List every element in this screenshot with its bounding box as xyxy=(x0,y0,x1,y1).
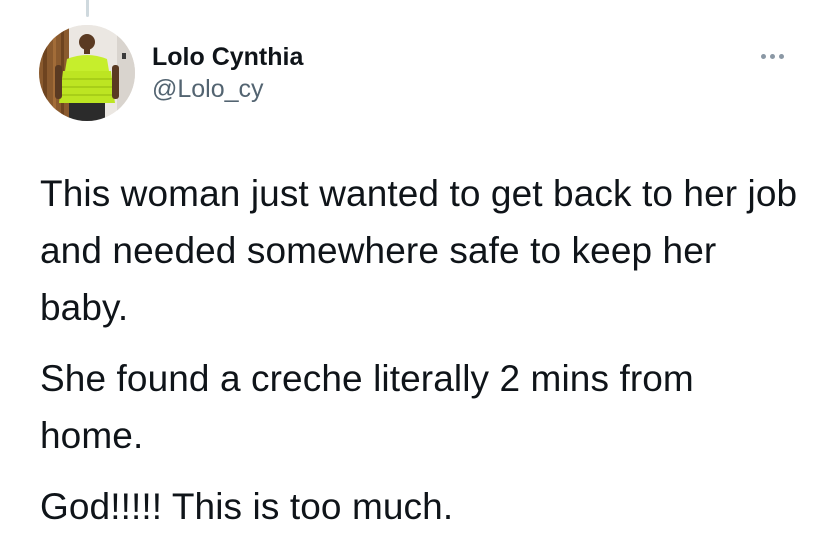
more-dot xyxy=(760,53,766,59)
tweet-paragraph: This woman just wanted to get back to he… xyxy=(40,173,798,328)
tweet-paragraph: God!!!!! This is too much. xyxy=(40,486,454,527)
author-name[interactable]: Lolo Cynthia xyxy=(152,42,303,72)
avatar[interactable] xyxy=(39,25,135,121)
more-horizontal-icon[interactable] xyxy=(752,44,792,68)
thread-connector-line xyxy=(86,0,89,17)
author-handle[interactable]: @Lolo_cy xyxy=(152,74,303,104)
tweet-paragraph: She found a creche literally 2 mins from… xyxy=(40,358,694,456)
more-dot xyxy=(769,53,775,59)
tweet-text: This woman just wanted to get back to he… xyxy=(40,165,800,549)
author-info[interactable]: Lolo Cynthia @Lolo_cy xyxy=(152,42,303,104)
more-dot xyxy=(778,53,784,59)
tweet-card: Lolo Cynthia @Lolo_cy This woman just wa… xyxy=(0,0,828,550)
avatar-photo xyxy=(39,25,135,121)
